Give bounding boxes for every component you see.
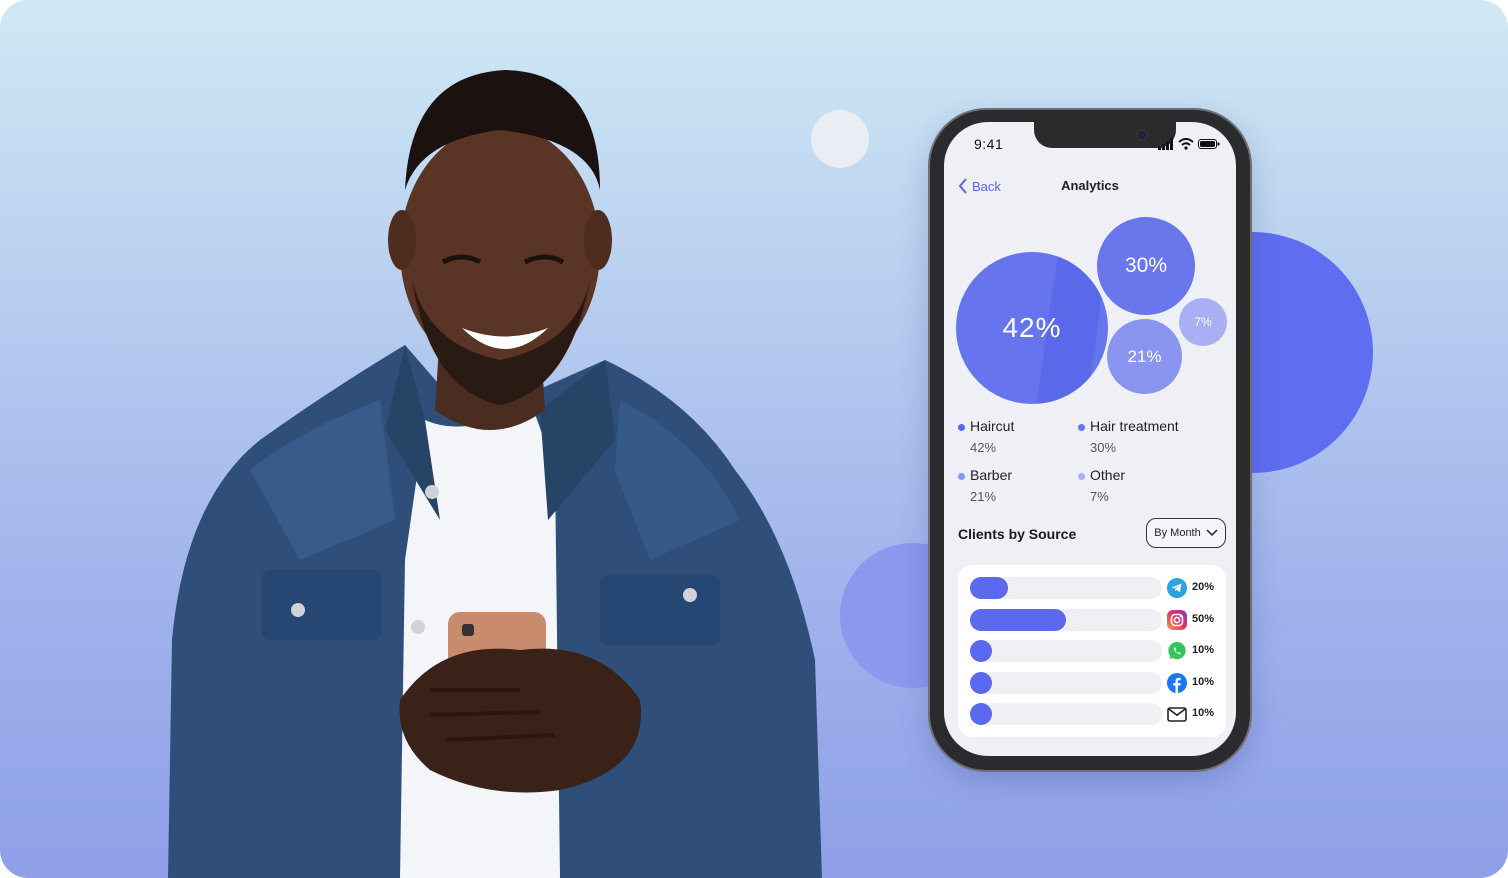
source-bar-track	[970, 703, 1162, 725]
legend-name: Haircut	[970, 418, 1015, 434]
source-bar-track	[970, 671, 1162, 694]
bubble-label: 30%	[1124, 254, 1168, 277]
source-bar-fill	[970, 608, 1066, 631]
source-row[interactable]: 20%	[970, 577, 1220, 599]
section-title: Clients by Source	[958, 526, 1077, 542]
source-percent: 10%	[1192, 644, 1215, 656]
source-row[interactable]: 10%	[970, 703, 1220, 725]
service-bubble-chart: 42% 30% 21% 7%	[944, 212, 1236, 412]
screen-title: Analytics	[1061, 178, 1119, 193]
source-percent: 50%	[1192, 612, 1215, 625]
source-bar-fill	[970, 703, 992, 725]
telegram-icon	[1167, 578, 1187, 598]
source-bar-fill	[970, 671, 992, 694]
bubble-label: 21%	[1127, 346, 1162, 366]
status-time: 9:41	[974, 136, 1004, 152]
legend-name: Hair treatment	[1090, 418, 1179, 434]
mail-icon	[1167, 707, 1187, 722]
bubble-barber[interactable]: 21%	[1107, 319, 1182, 394]
legend-name: Barber	[970, 467, 1013, 483]
source-bar-fill	[970, 577, 1008, 599]
hero-banner: 9:41 Back Analytics 42% 30% 21% 7% Hairc…	[0, 0, 1508, 878]
bubble-label: 7%	[1194, 315, 1212, 329]
phone-notch	[1034, 122, 1176, 148]
legend-dot	[1078, 424, 1085, 431]
whatsapp-icon	[1168, 642, 1186, 660]
chevron-down-icon	[1206, 529, 1218, 537]
source-row[interactable]: 10%	[970, 671, 1220, 694]
source-row[interactable]: 50%	[970, 608, 1220, 631]
source-percent: 20%	[1192, 581, 1215, 593]
clients-by-source-card: 20% 50% 10% 10% 10%	[958, 565, 1226, 737]
legend-name: Other	[1090, 467, 1126, 483]
analytics-screen: 9:41 Back Analytics 42% 30% 21% 7% Hairc…	[944, 122, 1236, 756]
instagram-icon	[1167, 609, 1187, 630]
period-dropdown-label: By Month	[1154, 527, 1201, 539]
bubble-hair-treatment[interactable]: 30%	[1097, 217, 1195, 315]
legend-percent: 42%	[970, 440, 997, 455]
legend-percent: 30%	[1090, 440, 1117, 455]
bubble-haircut[interactable]: 42%	[956, 252, 1108, 404]
legend-percent: 21%	[970, 489, 997, 504]
legend-percent: 7%	[1090, 489, 1109, 504]
source-percent: 10%	[1192, 707, 1215, 719]
period-dropdown[interactable]: By Month	[1146, 518, 1226, 548]
bubble-other[interactable]: 7%	[1179, 298, 1227, 346]
camera-icon	[1138, 131, 1146, 139]
source-bar-track	[970, 640, 1162, 662]
source-bar-track	[970, 608, 1162, 631]
source-row[interactable]: 10%	[970, 640, 1220, 662]
source-bar-fill	[970, 640, 992, 662]
phone-mockup: 9:41 Back Analytics 42% 30% 21% 7% Hairc…	[930, 110, 1250, 770]
man-with-phone-photo	[168, 70, 822, 878]
legend-dot	[958, 473, 965, 480]
wifi-icon	[1178, 138, 1194, 150]
facebook-icon	[1167, 672, 1187, 693]
source-percent: 10%	[1192, 675, 1215, 688]
status-icons	[1158, 137, 1220, 151]
source-bar-track	[970, 577, 1162, 599]
bubble-label: 42%	[1002, 312, 1062, 343]
battery-icon	[1198, 139, 1220, 149]
cellular-signal-icon	[1158, 138, 1173, 150]
legend-dot	[958, 424, 965, 431]
legend-dot	[1078, 473, 1085, 480]
